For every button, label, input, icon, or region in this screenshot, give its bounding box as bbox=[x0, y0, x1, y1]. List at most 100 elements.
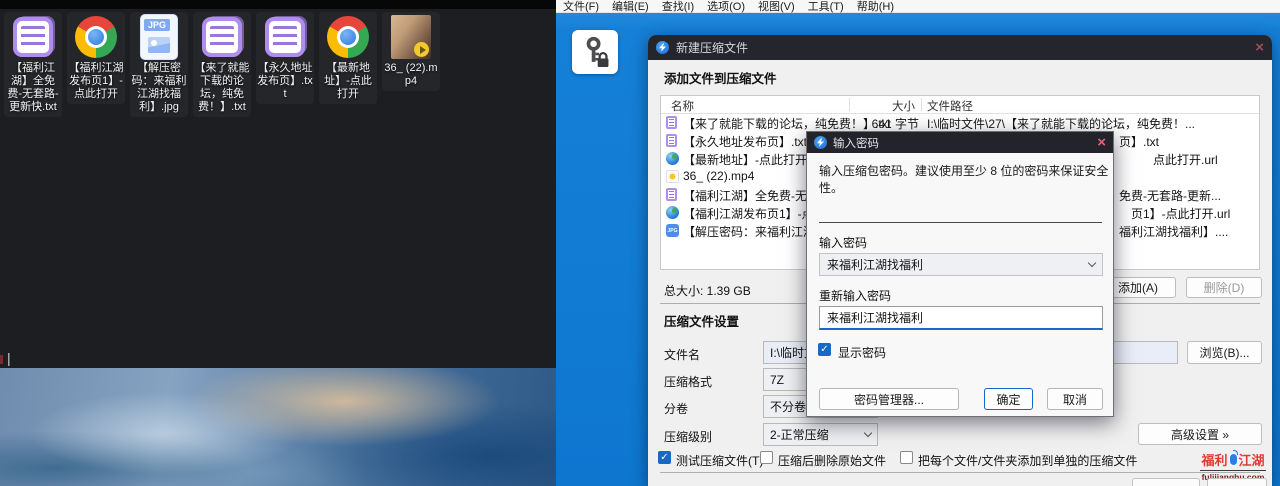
reenter-password-label: 重新输入密码 bbox=[819, 287, 891, 304]
brand-text-left: 福利 bbox=[1201, 450, 1227, 469]
separate-archives-label: 把每个文件/文件夹添加到单独的压缩文件 bbox=[918, 452, 1137, 469]
desktop-icon-chrome-2[interactable]: 【最新地址】-点此打开 bbox=[319, 12, 377, 104]
screen: 【福利江湖】全免费-无套路-更新快.txt 【福利江湖发布页1】- 点此打开 J… bbox=[0, 0, 1280, 486]
desktop-icon-label: 【最新地址】-点此打开 bbox=[320, 62, 376, 101]
dialog-title: 新建压缩文件 bbox=[676, 39, 748, 56]
file-path: 页1】-点此打开.url bbox=[1131, 205, 1230, 222]
menu-edit[interactable]: 编辑(E) bbox=[612, 0, 649, 14]
file-size: 641 字节 bbox=[855, 115, 919, 132]
password-key-button[interactable] bbox=[572, 30, 618, 74]
chrome-icon bbox=[326, 15, 370, 59]
file-path: 点此打开.url bbox=[1153, 151, 1218, 168]
menu-find[interactable]: 查找(I) bbox=[662, 0, 694, 14]
add-files-section-title: 添加文件到压缩文件 bbox=[664, 68, 777, 87]
text-file-icon bbox=[200, 15, 244, 59]
desktop-icon-label: 【解压密码：来福利江湖找福利】.jpg bbox=[131, 62, 187, 114]
text-file-icon bbox=[11, 15, 55, 59]
url-globe-icon bbox=[666, 152, 679, 165]
password-dialog: 输入密码 × 输入压缩包密码。建议使用至少 8 位的密码来保证安全性。 输入密码… bbox=[806, 131, 1114, 417]
file-path: I:\临时文件\27\【来了就能下载的论坛，纯免费！... bbox=[927, 115, 1195, 132]
password-value: 来福利江湖找福利 bbox=[827, 309, 923, 326]
archive-settings-title: 压缩文件设置 bbox=[664, 311, 739, 330]
format-value: 7Z bbox=[770, 373, 784, 387]
desktop-icon-chrome-1[interactable]: 【福利江湖发布页1】- 点此打开 bbox=[67, 12, 125, 104]
password-combo-input[interactable]: 来福利江湖找福利 bbox=[819, 253, 1103, 276]
desktop-icon-txt-2[interactable]: 【来了就能下载的论坛，纯免费！】.txt bbox=[193, 12, 251, 117]
show-password-checkbox[interactable] bbox=[818, 343, 831, 356]
delete-original-checkbox[interactable] bbox=[760, 451, 773, 464]
desktop-icon-mp4[interactable]: 36_ (22).mp4 bbox=[382, 12, 440, 91]
level-dropdown[interactable]: 2-正常压缩 bbox=[763, 423, 878, 446]
reenter-password-input[interactable]: 来福利江湖找福利 bbox=[819, 306, 1103, 330]
chrome-icon bbox=[74, 15, 118, 59]
menu-tools[interactable]: 工具(T) bbox=[808, 0, 844, 14]
enter-password-label: 输入密码 bbox=[819, 234, 867, 251]
chevron-down-icon bbox=[864, 429, 872, 437]
mouse-icon bbox=[1229, 453, 1238, 466]
browse-button[interactable]: 浏览(B)... bbox=[1187, 341, 1262, 364]
text-cursor: | bbox=[7, 350, 11, 366]
desktop-icon-label: 【永久地址发布页】.txt bbox=[257, 62, 313, 101]
video-file-icon bbox=[666, 170, 679, 183]
start-button-cutoff[interactable] bbox=[1132, 478, 1200, 486]
table-row[interactable]: 【来了就能下载的论坛，纯免费！】.txt 641 字节 I:\临时文件\27\【… bbox=[661, 114, 1259, 132]
text-file-icon bbox=[263, 15, 307, 59]
url-globe-icon bbox=[666, 206, 679, 219]
column-path[interactable]: 文件路径 bbox=[927, 98, 973, 114]
desktop-icon-jpg[interactable]: JPG 【解压密码：来福利江湖找福利】.jpg bbox=[130, 12, 188, 117]
cancel-button[interactable]: 取消 bbox=[1047, 388, 1103, 410]
file-path: 免费-无套路-更新... bbox=[1119, 187, 1221, 204]
close-icon[interactable]: × bbox=[1097, 135, 1106, 150]
file-name: 【最新地址】-点此打开.url bbox=[683, 151, 824, 168]
desktop-icon-label: 【来了就能下载的论坛，纯免费！】.txt bbox=[194, 62, 250, 114]
dialog-titlebar[interactable]: 输入密码 × bbox=[807, 132, 1113, 153]
dialog-titlebar[interactable]: 新建压缩文件 × bbox=[648, 35, 1272, 60]
close-icon[interactable]: × bbox=[1255, 40, 1264, 55]
bottom-divider bbox=[660, 472, 1260, 473]
file-path: 页】.txt bbox=[1119, 133, 1159, 150]
test-archive-label: 测试压缩文件(T) bbox=[676, 452, 763, 469]
password-manager-button[interactable]: 密码管理器... bbox=[819, 388, 959, 410]
level-label: 压缩级别 bbox=[664, 428, 712, 445]
menu-view[interactable]: 视图(V) bbox=[758, 0, 795, 14]
test-archive-checkbox[interactable] bbox=[658, 451, 671, 464]
text-file-icon bbox=[666, 188, 677, 201]
volume-label: 分卷 bbox=[664, 400, 688, 417]
column-divider bbox=[921, 98, 922, 111]
jpg-file-icon: JPG bbox=[666, 224, 679, 237]
menu-file[interactable]: 文件(F) bbox=[563, 0, 599, 14]
volume-value: 不分卷 bbox=[770, 398, 806, 415]
level-value: 2-正常压缩 bbox=[770, 426, 829, 443]
column-divider bbox=[849, 98, 850, 111]
desktop-icon-txt-3[interactable]: 【永久地址发布页】.txt bbox=[256, 12, 314, 104]
key-lock-icon bbox=[578, 35, 612, 69]
chevron-down-icon bbox=[1088, 259, 1096, 267]
desktop-icon-txt-1[interactable]: 【福利江湖】全免费-无套路-更新快.txt bbox=[4, 12, 62, 117]
menubar: 文件(F) 编辑(E) 查找(I) 选项(O) 视图(V) 工具(T) 帮助(H… bbox=[556, 0, 1280, 13]
advanced-settings-button[interactable]: 高级设置 » bbox=[1138, 423, 1262, 445]
top-black-strip bbox=[0, 0, 556, 9]
options-row: 测试压缩文件(T) 压缩后删除原始文件 把每个文件/文件夹添加到单独的压缩文件 bbox=[648, 451, 1272, 467]
file-list-header: 名称 大小 文件路径 bbox=[661, 96, 1259, 114]
ok-button[interactable]: 确定 bbox=[984, 388, 1033, 410]
separate-archives-checkbox[interactable] bbox=[900, 451, 913, 464]
desktop-icon-label: 【福利江湖】全免费-无套路-更新快.txt bbox=[5, 62, 61, 114]
column-name[interactable]: 名称 bbox=[671, 98, 694, 114]
menu-options[interactable]: 选项(O) bbox=[707, 0, 745, 14]
filename-label: 文件名 bbox=[664, 346, 700, 363]
video-thumbnail-icon bbox=[389, 15, 433, 59]
bandizip-icon bbox=[656, 41, 669, 54]
desktop-icon-label: 【福利江湖发布页1】- 点此打开 bbox=[68, 62, 124, 101]
red-tick-mark bbox=[0, 355, 3, 364]
jpg-badge: JPG bbox=[144, 19, 170, 31]
file-path: 福利江湖找福利】.... bbox=[1119, 223, 1228, 240]
desktop: 【福利江湖】全免费-无套路-更新快.txt 【福利江湖发布页1】- 点此打开 J… bbox=[0, 0, 556, 486]
jpg-file-icon: JPG bbox=[137, 15, 181, 59]
cloud-wallpaper bbox=[0, 368, 556, 486]
column-size[interactable]: 大小 bbox=[855, 98, 915, 114]
brand-text-right: 江湖 bbox=[1239, 450, 1265, 469]
menu-help[interactable]: 帮助(H) bbox=[857, 0, 894, 14]
delete-button[interactable]: 删除(D) bbox=[1186, 277, 1262, 298]
cancel-button-cutoff[interactable] bbox=[1207, 478, 1267, 486]
delete-original-label: 压缩后删除原始文件 bbox=[778, 452, 886, 469]
